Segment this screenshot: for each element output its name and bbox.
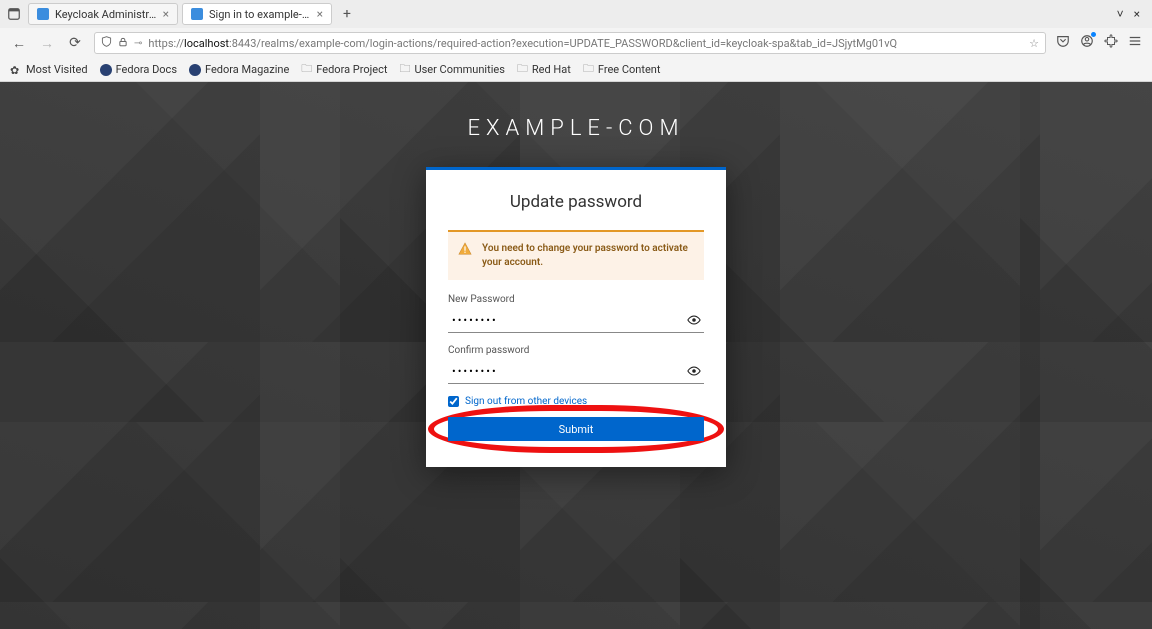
realm-title: EXAMPLE-COM xyxy=(0,82,1152,167)
close-icon[interactable]: × xyxy=(317,7,323,21)
fedora-icon xyxy=(100,64,112,76)
bookmarks-bar: ✿ Most Visited Fedora Docs Fedora Magazin… xyxy=(0,58,1152,82)
star-icon: ✿ xyxy=(10,64,22,76)
connection-icon[interactable]: ⊸ xyxy=(134,38,142,49)
page-viewport: EXAMPLE-COM Update password You need to … xyxy=(0,82,1152,629)
extensions-icon[interactable] xyxy=(1104,34,1118,52)
bookmark-user-communities[interactable]: 🗀 User Communities xyxy=(399,60,504,79)
hamburger-menu-icon[interactable] xyxy=(1128,34,1142,52)
url-text: https://localhost:8443/realms/example-co… xyxy=(148,37,897,50)
signout-row[interactable]: Sign out from other devices xyxy=(448,396,704,407)
card-title: Update password xyxy=(448,192,704,212)
alert-text: You need to change your password to acti… xyxy=(482,243,688,268)
bookmark-label: Most Visited xyxy=(26,63,88,76)
tab-title: Sign in to example-com xyxy=(209,8,311,21)
new-tab-button[interactable]: + xyxy=(336,3,358,25)
forward-button[interactable]: → xyxy=(38,34,56,52)
folder-icon: 🗀 xyxy=(301,60,312,79)
browser-chrome: Keycloak Administration C × Sign in to e… xyxy=(0,0,1152,82)
bookmark-fedora-docs[interactable]: Fedora Docs xyxy=(100,63,177,76)
bookmark-label: Fedora Docs xyxy=(116,63,177,76)
tab-favicon xyxy=(191,8,203,20)
tab-favicon xyxy=(37,8,49,20)
confirm-password-label: Confirm password xyxy=(448,345,704,356)
tab-title: Keycloak Administration C xyxy=(55,8,157,21)
folder-icon: 🗀 xyxy=(399,60,410,79)
bookmark-star-icon[interactable]: ☆ xyxy=(1029,37,1039,50)
pocket-icon[interactable] xyxy=(1056,34,1070,52)
url-bar[interactable]: ⊸ https://localhost:8443/realms/example-… xyxy=(94,32,1046,54)
eye-icon[interactable] xyxy=(686,312,702,328)
close-icon[interactable]: × xyxy=(163,7,169,21)
bookmark-label: Free Content xyxy=(598,63,661,76)
confirm-password-input[interactable] xyxy=(448,360,704,384)
new-password-label: New Password xyxy=(448,294,704,305)
bookmark-fedora-project[interactable]: 🗀 Fedora Project xyxy=(301,60,387,79)
tab-keycloak-admin[interactable]: Keycloak Administration C × xyxy=(28,3,178,25)
tab-bar: Keycloak Administration C × Sign in to e… xyxy=(0,0,1152,28)
folder-icon: 🗀 xyxy=(517,60,528,79)
bookmark-label: Fedora Magazine xyxy=(205,63,289,76)
window-menu-icon[interactable] xyxy=(4,4,24,24)
folder-icon: 🗀 xyxy=(583,60,594,79)
warning-alert: You need to change your password to acti… xyxy=(448,230,704,280)
bookmark-fedora-magazine[interactable]: Fedora Magazine xyxy=(189,63,289,76)
bookmark-free-content[interactable]: 🗀 Free Content xyxy=(583,60,661,79)
nav-bar: ← → ⟳ ⊸ https://localhost:8443/realms/ex… xyxy=(0,28,1152,58)
eye-icon[interactable] xyxy=(686,363,702,379)
account-icon[interactable] xyxy=(1080,34,1094,52)
shield-icon[interactable] xyxy=(101,36,112,50)
warning-icon xyxy=(458,242,472,256)
back-button[interactable]: ← xyxy=(10,34,28,52)
reload-button[interactable]: ⟳ xyxy=(66,34,84,52)
signout-checkbox[interactable] xyxy=(448,396,459,407)
new-password-input[interactable] xyxy=(448,309,704,333)
chevron-down-icon[interactable]: ˅ xyxy=(1117,7,1124,21)
fedora-icon xyxy=(189,64,201,76)
bookmark-most-visited[interactable]: ✿ Most Visited xyxy=(10,63,88,76)
login-card: Update password You need to change your … xyxy=(426,167,726,467)
submit-button[interactable]: Submit xyxy=(448,417,704,441)
tab-signin[interactable]: Sign in to example-com × xyxy=(182,3,332,25)
lock-icon[interactable] xyxy=(118,37,128,50)
bookmark-label: User Communities xyxy=(414,63,504,76)
bookmark-label: Red Hat xyxy=(532,63,571,76)
bookmark-label: Fedora Project xyxy=(316,63,387,76)
bookmark-red-hat[interactable]: 🗀 Red Hat xyxy=(517,60,571,79)
signout-label: Sign out from other devices xyxy=(465,396,587,407)
window-close-icon[interactable]: × xyxy=(1134,7,1140,21)
